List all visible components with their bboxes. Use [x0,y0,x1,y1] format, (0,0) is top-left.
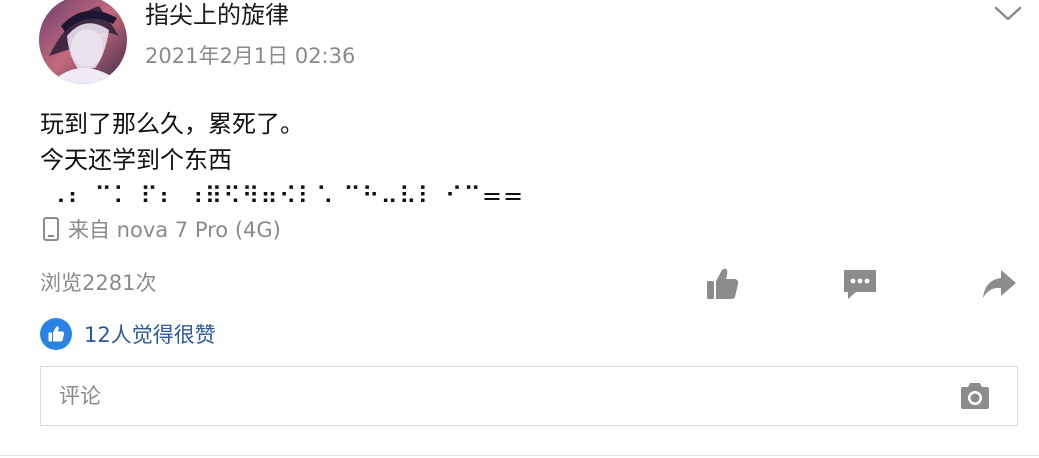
author-name[interactable]: 指尖上的旋律 [145,0,289,30]
thumbs-up-icon [48,326,65,342]
likes-count-text: 12人觉得很赞 [84,323,216,347]
content-line: 今天还学到个东西 [40,146,232,174]
device-info: 来自 nova 7 Pro (4G) [40,214,281,244]
comment-box [40,366,1018,426]
share-icon [983,270,1016,298]
post-menu-button[interactable] [990,0,1026,26]
camera-button[interactable] [955,376,995,416]
post-card: 指尖上的旋律 2021年2月1日 02:36 玩到了那么久，累死了。 今天还学到… [0,0,1039,458]
share-button[interactable] [977,262,1021,306]
thumbs-up-icon [707,268,739,299]
comment-icon [844,270,876,299]
comment-input[interactable] [41,366,955,426]
content-braille-line: ⠠⠆ ⠉⠅ ⠏⠆ ⠰⠿⠫⠻⠶⠪⠇⠡ ⠉⠓⠤⠧⠇ ⠊⠉== [40,182,525,210]
camera-icon [961,383,989,409]
like-button[interactable] [700,262,744,306]
content-line: 玩到了那么久，累死了。 [40,110,304,138]
likes-badge [40,318,72,350]
post-timestamp: 2021年2月1日 02:36 [145,44,356,68]
device-label: 来自 nova 7 Pro (4G) [68,218,281,242]
view-count: 浏览2281次 [40,271,157,295]
phone-icon [43,217,59,241]
divider [0,455,1039,456]
avatar-image [39,0,127,84]
avatar[interactable] [39,0,127,84]
comment-button[interactable] [838,262,882,306]
chevron-down-icon [994,6,1022,21]
post-content: 玩到了那么久，累死了。 今天还学到个东西 ⠠⠆ ⠉⠅ ⠏⠆ ⠰⠿⠫⠻⠶⠪⠇⠡ ⠉… [40,106,524,214]
likes-summary[interactable]: 12人觉得很赞 [40,317,216,351]
